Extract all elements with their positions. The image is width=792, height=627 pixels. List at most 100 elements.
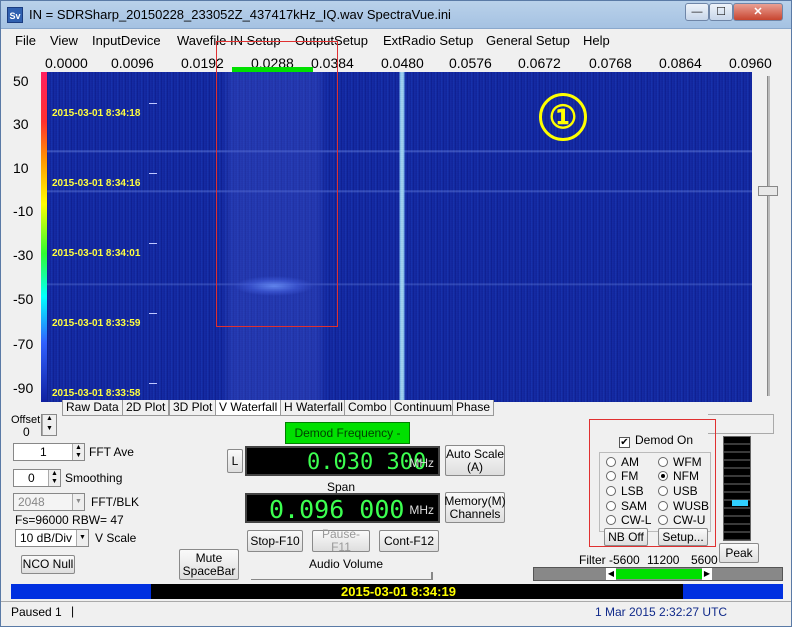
fft-blk-label: FFT/BLK xyxy=(91,495,140,509)
radio-dot xyxy=(606,486,616,496)
menu-inputdevice[interactable]: InputDevice xyxy=(92,33,161,48)
filter-passband[interactable] xyxy=(616,569,706,579)
demod-frequency-button[interactable]: Demod Frequency - Ins xyxy=(285,422,410,460)
mute-button[interactable]: Mute SpaceBar xyxy=(179,549,239,580)
span-value: 0.096 000 xyxy=(269,495,405,524)
audio-volume-slider[interactable] xyxy=(251,572,433,580)
vscale-select[interactable]: 10 dB/Div ▼ xyxy=(15,529,89,547)
highlight-rectangle xyxy=(216,41,338,327)
demod-frequency-unit: MHz xyxy=(409,456,434,470)
db-tick: 10 xyxy=(13,160,29,176)
window-title: IN = SDRSharp_20150228_233052Z_437417kHz… xyxy=(29,7,451,22)
filter-slider[interactable]: ◀ ▶ xyxy=(533,567,783,581)
close-button[interactable]: ✕ xyxy=(733,3,783,21)
radio-dot xyxy=(606,471,616,481)
slider-thumb[interactable] xyxy=(758,186,778,196)
lock-button[interactable]: L xyxy=(227,449,243,473)
fft-blk-value: 2048 xyxy=(18,495,45,509)
db-tick: -50 xyxy=(13,291,34,307)
tab-v-waterfall[interactable]: V Waterfall xyxy=(215,400,282,416)
vscale-value: 10 dB/Div xyxy=(20,531,73,545)
radio-wfm[interactable]: WFM xyxy=(658,455,702,469)
tab-raw-data[interactable]: Raw Data xyxy=(62,400,123,416)
tab-phase[interactable]: Phase xyxy=(452,400,495,416)
demod-frequency-display[interactable]: 0.030 300 MHz xyxy=(245,446,440,476)
freq-tick: 0.0000 xyxy=(45,55,88,71)
radio-am[interactable]: AM xyxy=(606,455,639,469)
tab-continuum[interactable]: Continuum xyxy=(390,400,457,416)
demod-on-checkbox[interactable]: ✔ Demod On xyxy=(619,433,693,448)
offset-spinner[interactable]: ▲ ▼ xyxy=(41,414,57,436)
radio-cw-l[interactable]: CW-L xyxy=(606,513,651,527)
volume-thumb[interactable] xyxy=(431,572,433,580)
freq-tick: 0.0096 xyxy=(111,55,154,71)
fft-ave-spinner[interactable]: 1 ▲ ▼ xyxy=(13,443,85,461)
smoothing-value: 0 xyxy=(28,471,35,485)
minimize-button[interactable]: — xyxy=(685,3,709,21)
menu-file[interactable]: File xyxy=(15,33,36,48)
auto-scale-button[interactable]: Auto Scale (A) xyxy=(445,445,505,476)
frequency-axis: 0.0000 0.0096 0.0192 0.0288 0.0384 0.048… xyxy=(1,53,791,71)
freq-tick: 0.0672 xyxy=(518,55,561,71)
smoothing-label: Smoothing xyxy=(65,471,123,485)
nb-off-button[interactable]: NB Off xyxy=(604,528,648,546)
peak-level-meter xyxy=(723,436,751,541)
tab-2d-plot[interactable]: 2D Plot xyxy=(122,400,170,416)
radio-nfm[interactable]: NFM xyxy=(658,469,699,483)
vscale-label: V Scale xyxy=(95,531,137,545)
radio-usb[interactable]: USB xyxy=(658,484,698,498)
sample-rate-text: Fs=96000 RBW= 47 xyxy=(15,513,124,527)
waterfall-speed-slider[interactable] xyxy=(758,76,778,396)
mode-label: SAM xyxy=(621,499,648,513)
mode-label: CW-L xyxy=(621,513,652,527)
radio-cw-u[interactable]: CW-U xyxy=(658,513,705,527)
waterfall-display[interactable] xyxy=(47,72,752,402)
radio-lsb[interactable]: LSB xyxy=(606,484,644,498)
filter-right-arrow[interactable]: ▶ xyxy=(702,568,712,580)
stop-button[interactable]: Stop-F10 xyxy=(247,530,303,552)
demod-on-label: Demod On xyxy=(635,433,694,447)
pause-button[interactable]: Pause-F11 xyxy=(312,528,370,554)
tab-3d-plot[interactable]: 3D Plot xyxy=(169,400,217,416)
offset-value: 0 xyxy=(23,425,30,439)
radio-sam[interactable]: SAM xyxy=(606,499,647,513)
radio-wusb[interactable]: WUSB xyxy=(658,499,709,513)
radio-dot xyxy=(658,486,668,496)
mode-label: USB xyxy=(673,484,698,498)
menu-extradio-setup[interactable]: ExtRadio Setup xyxy=(383,33,473,48)
radio-dot xyxy=(606,501,616,511)
menu-view[interactable]: View xyxy=(50,33,78,48)
nco-null-button[interactable]: NCO Null xyxy=(21,555,75,574)
filter-left-arrow[interactable]: ◀ xyxy=(606,568,616,580)
main-window: Sv IN = SDRSharp_20150228_233052Z_437417… xyxy=(0,0,792,627)
freq-tick: 0.0960 xyxy=(729,55,772,71)
radio-fm[interactable]: FM xyxy=(606,469,638,483)
menu-help[interactable]: Help xyxy=(583,33,610,48)
current-time: 2015-03-01 8:34:19 xyxy=(341,584,456,599)
continue-button[interactable]: Cont-F12 xyxy=(379,530,439,552)
smoothing-spinner[interactable]: 0 ▲ ▼ xyxy=(13,469,61,487)
setup-button[interactable]: Setup... xyxy=(658,528,708,546)
mode-label: CW-U xyxy=(673,513,706,527)
peak-button[interactable]: Peak xyxy=(719,543,759,563)
title-bar: Sv IN = SDRSharp_20150228_233052Z_437417… xyxy=(1,1,791,29)
menu-bar: File View InputDevice Wavefile IN Setup … xyxy=(1,31,791,51)
tab-combo[interactable]: Combo xyxy=(344,400,391,416)
tab-h-waterfall[interactable]: H Waterfall xyxy=(280,400,347,416)
fft-ave-label: FFT Ave xyxy=(89,445,134,459)
timestamp-label: 2015-03-01 8:33:58 xyxy=(52,383,158,399)
maximize-button[interactable]: ☐ xyxy=(709,3,733,21)
mode-label: WFM xyxy=(673,455,702,469)
span-label: Span xyxy=(327,480,356,494)
db-tick: -10 xyxy=(13,203,34,219)
filter-low: -5600 xyxy=(609,553,640,567)
db-tick: 50 xyxy=(13,73,29,89)
menu-general-setup[interactable]: General Setup xyxy=(486,33,570,48)
fft-blk-select[interactable]: 2048 ▼ xyxy=(13,493,85,511)
memory-channels-button[interactable]: Memory(M) Channels xyxy=(444,492,506,523)
span-display[interactable]: 0.096 000 MHz xyxy=(245,493,440,524)
status-separator: | xyxy=(71,604,75,618)
demod-frequency-value: 0.030 300 xyxy=(307,450,427,475)
peak-level-indicator xyxy=(732,500,748,506)
freq-tick: 0.0768 xyxy=(589,55,632,71)
